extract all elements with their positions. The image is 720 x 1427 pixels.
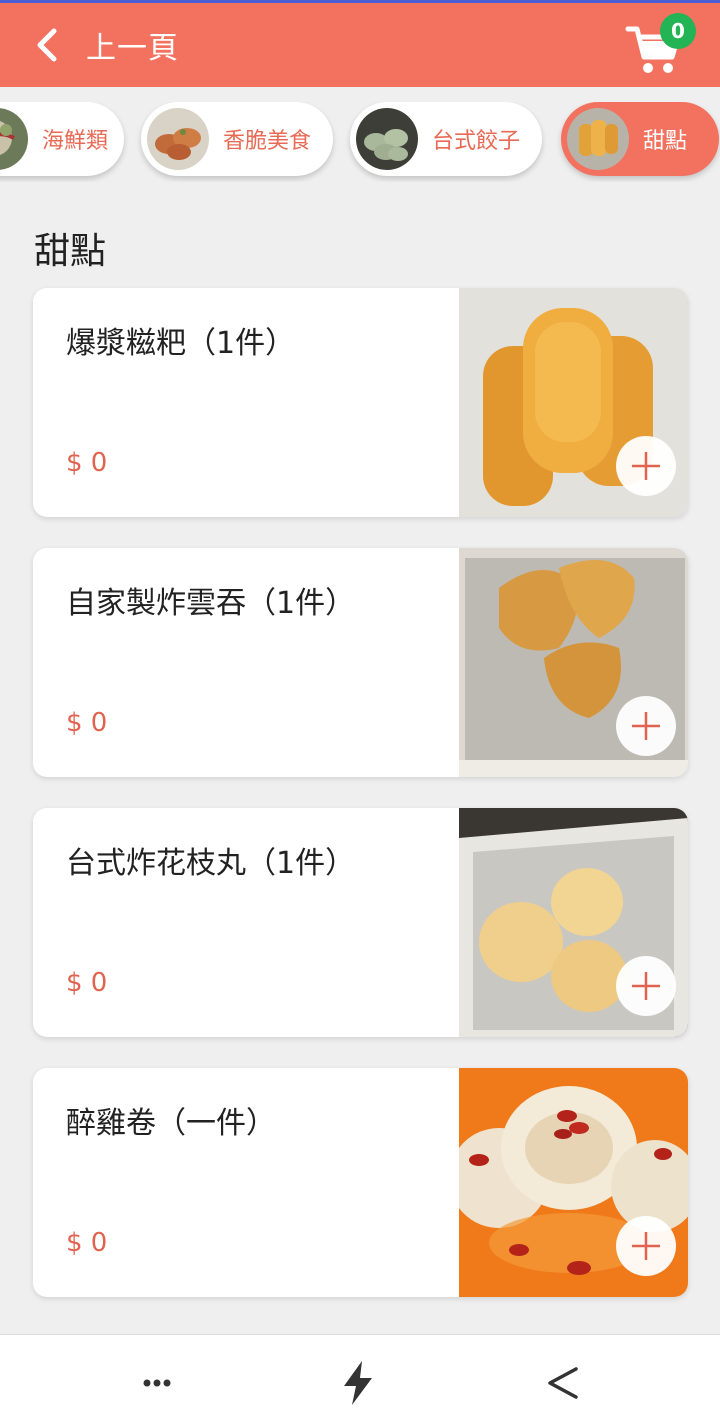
cart-button[interactable]: 0: [624, 13, 696, 77]
dumplings-thumb: [356, 108, 418, 170]
more-dots-icon: [143, 1379, 171, 1387]
dessert-thumb: [567, 108, 629, 170]
add-to-cart-button[interactable]: [616, 1216, 676, 1276]
menu-item-card[interactable]: 爆漿糍粑（1件） $ 0: [33, 288, 688, 517]
quick-action-button[interactable]: [328, 1355, 388, 1411]
back-button[interactable]: 上一頁: [28, 17, 179, 73]
item-name: 台式炸花枝丸（1件）: [66, 846, 356, 881]
crispy-food-thumb: [147, 108, 209, 170]
item-name: 自家製炸雲吞（1件）: [66, 586, 356, 621]
lightning-icon: [344, 1361, 372, 1405]
tab-label: 甜點: [643, 129, 688, 154]
plus-icon: [632, 972, 660, 1000]
item-price: $ 0: [66, 968, 108, 998]
category-tabs: 海鮮類 香脆美食 台式餃子 甜點: [0, 102, 720, 182]
cart-count-badge: 0: [660, 13, 696, 49]
item-price: $ 0: [66, 1228, 108, 1258]
bottom-nav-bar: [0, 1334, 720, 1427]
add-to-cart-button[interactable]: [616, 956, 676, 1016]
tab-seafood[interactable]: 海鮮類: [0, 102, 124, 176]
tab-dumplings[interactable]: 台式餃子: [350, 102, 542, 176]
menu-item-card[interactable]: 醉雞卷（一件） $ 0: [33, 1068, 688, 1297]
tab-crispy-food[interactable]: 香脆美食: [141, 102, 333, 176]
more-button[interactable]: [127, 1355, 187, 1411]
tab-label: 香脆美食: [223, 129, 312, 154]
item-name: 爆漿糍粑（1件）: [66, 326, 296, 361]
chevron-left-icon: [37, 28, 57, 62]
app-header: 上一頁 0: [0, 3, 720, 87]
back-arrow-icon: [548, 1367, 578, 1399]
plus-icon: [632, 712, 660, 740]
tab-dessert[interactable]: 甜點: [561, 102, 719, 176]
menu-item-card[interactable]: 台式炸花枝丸（1件） $ 0: [33, 808, 688, 1037]
plus-icon: [632, 452, 660, 480]
back-label: 上一頁: [86, 31, 179, 66]
menu-item-card[interactable]: 自家製炸雲吞（1件） $ 0: [33, 548, 688, 777]
item-price: $ 0: [66, 448, 108, 478]
system-back-button[interactable]: [530, 1355, 590, 1411]
item-name: 醉雞卷（一件）: [66, 1106, 276, 1141]
add-to-cart-button[interactable]: [616, 696, 676, 756]
seafood-thumb: [0, 108, 28, 170]
item-price: $ 0: [66, 708, 108, 738]
plus-icon: [632, 1232, 660, 1260]
section-title: 甜點: [34, 231, 107, 272]
tab-label: 海鮮類: [42, 129, 109, 154]
tab-label: 台式餃子: [432, 129, 521, 154]
add-to-cart-button[interactable]: [616, 436, 676, 496]
